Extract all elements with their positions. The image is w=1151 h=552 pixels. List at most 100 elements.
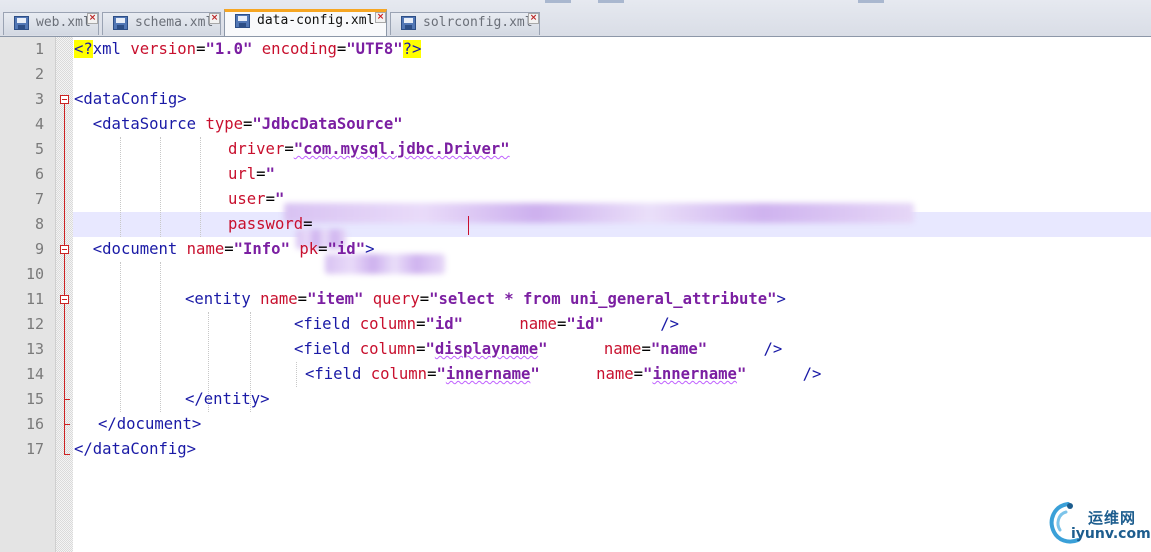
equals: = <box>419 290 430 308</box>
tab-web-xml[interactable]: web.xml × <box>3 12 99 35</box>
code-line-6: url=" <box>228 162 275 187</box>
line-number: 9 <box>34 240 44 258</box>
line-number: 5 <box>34 140 44 158</box>
equals: = <box>641 340 651 358</box>
close-icon[interactable]: × <box>87 13 98 24</box>
equals: = <box>265 190 275 208</box>
line-number: 14 <box>25 365 44 383</box>
code-line-4: <dataSource type="JdbcDataSource" <box>74 112 403 137</box>
tag-name: <dataSource <box>92 115 197 133</box>
indent-guide <box>120 137 121 237</box>
tab-schema-xml[interactable]: schema.xml × <box>102 12 221 35</box>
code-line-11: <entity name="item" query="select * from… <box>185 287 786 312</box>
indent-guide <box>160 262 161 412</box>
save-file-icon <box>401 16 416 30</box>
fold-end-marker <box>64 399 70 400</box>
attribute-value: "JdbcDataSource" <box>252 115 403 133</box>
toolbar-remnant <box>545 0 571 3</box>
fold-toggle-icon[interactable] <box>60 245 69 254</box>
tag-name: <field <box>294 315 351 333</box>
indent-guide <box>160 137 161 237</box>
fold-toggle-icon[interactable] <box>60 295 69 304</box>
tab-label: data-config.xml <box>257 13 375 28</box>
line-number: 10 <box>25 265 44 283</box>
indent-guide <box>200 137 201 237</box>
line-number: 6 <box>34 165 44 183</box>
line-number: 1 <box>34 40 44 58</box>
line-number: 17 <box>25 440 44 458</box>
attribute-name: encoding <box>261 40 337 58</box>
watermark-domain: iyunv.com <box>1071 526 1151 542</box>
attribute-value: "id" <box>425 315 464 333</box>
code-line-16: </document> <box>98 415 202 433</box>
tab-label: web.xml <box>36 15 91 30</box>
attribute-value: "UTF8" <box>346 40 403 58</box>
save-file-icon <box>235 14 250 28</box>
attribute-value: " <box>425 340 435 358</box>
tag-name: <field <box>305 365 362 383</box>
tab-solrconfig-xml[interactable]: solrconfig.xml × <box>390 12 540 35</box>
tab-label: schema.xml <box>135 15 214 30</box>
attribute-name: type <box>205 115 244 133</box>
attribute-value: " <box>736 365 747 383</box>
attribute-name: name <box>596 365 634 383</box>
code-line-14: <field column="innername" name="innernam… <box>305 362 821 387</box>
text-caret <box>468 216 469 235</box>
equals: = <box>318 240 328 258</box>
code-line-17: </dataConfig> <box>74 440 197 458</box>
attribute-value: "item" <box>307 290 364 308</box>
line-number: 13 <box>25 340 44 358</box>
tag-close: > <box>776 290 786 308</box>
line-number: 2 <box>34 65 44 83</box>
xml-declaration-open: <? <box>74 40 93 58</box>
attribute-value: " <box>436 365 446 383</box>
line-number: 16 <box>25 415 44 433</box>
code-line-8: password= <box>228 212 313 237</box>
attribute-value: innername <box>445 365 531 383</box>
redacted-url <box>284 203 914 223</box>
indent-guide <box>296 362 297 387</box>
equals: = <box>224 240 234 258</box>
close-icon[interactable]: × <box>528 13 539 24</box>
code-line-5: driver="com.mysql.jdbc.Driver" <box>228 137 510 162</box>
attribute-value: " <box>274 190 285 208</box>
line-number-gutter: 1 2 3 4 5 6 7 8 9 10 11 12 13 14 15 16 1… <box>0 37 56 552</box>
attribute-value: "Info" <box>233 240 290 258</box>
attribute-name: column <box>359 315 417 333</box>
code-editor[interactable]: 1 2 3 4 5 6 7 8 9 10 11 12 13 14 15 16 1… <box>0 37 1151 552</box>
attribute-name: user <box>228 190 266 208</box>
tab-data-config-xml[interactable]: data-config.xml × <box>224 9 387 37</box>
attribute-value: "com.mysql.jdbc.Driver" <box>293 140 510 158</box>
save-file-icon <box>14 16 29 30</box>
attribute-value: "select * from uni_general_attribute" <box>429 290 777 308</box>
attribute-value: " <box>538 340 548 358</box>
attribute-value: displayname <box>434 340 539 358</box>
fold-toggle-icon[interactable] <box>60 95 69 104</box>
attribute-name: name <box>603 340 642 358</box>
line-number: 11 <box>25 290 44 308</box>
close-icon[interactable]: × <box>375 12 386 23</box>
code-line-12: <field column="id" name="id" /> <box>294 312 679 337</box>
indent-guide <box>120 262 121 412</box>
attribute-name: name <box>519 315 557 333</box>
fold-end-marker <box>64 454 70 455</box>
line-number: 12 <box>25 315 44 333</box>
close-icon[interactable]: × <box>209 13 220 24</box>
tag-close: /> <box>802 365 822 383</box>
attribute-name: url <box>228 165 257 183</box>
attribute-value: "name" <box>650 340 708 358</box>
save-file-icon <box>113 16 128 30</box>
attribute-value: "id" <box>327 240 366 258</box>
attribute-name: password <box>228 215 304 233</box>
attribute-name: query <box>372 290 420 308</box>
attribute-value: "1.0" <box>205 40 253 58</box>
code-line-1: <?xml version="1.0" encoding="UTF8"?> <box>74 37 422 62</box>
fold-end-marker <box>64 424 70 425</box>
code-line-15: </entity> <box>185 390 270 408</box>
line-number: 7 <box>34 190 44 208</box>
tab-bar: web.xml × schema.xml × data-config.xml ×… <box>0 0 1151 37</box>
tag-close: /> <box>660 315 680 333</box>
line-number: 4 <box>34 115 44 133</box>
attribute-name: column <box>370 365 428 383</box>
xml-declaration-close: ?> <box>402 40 422 58</box>
